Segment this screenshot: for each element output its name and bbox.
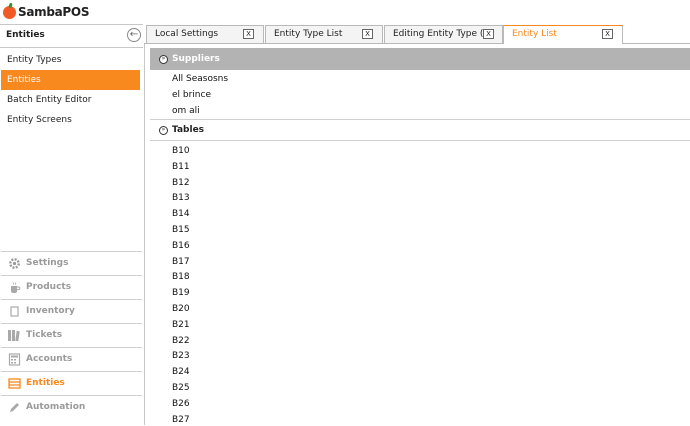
list-item[interactable]: B12	[172, 177, 190, 189]
nav-automation[interactable]: Automation	[1, 395, 142, 418]
list-item[interactable]: B27	[172, 414, 190, 426]
app-logo: SambaPOS	[3, 4, 89, 20]
list-item[interactable]: B26	[172, 398, 190, 410]
list-item[interactable]: B14	[172, 208, 190, 220]
list-item[interactable]: B25	[172, 382, 190, 394]
list-item[interactable]: B11	[172, 161, 190, 173]
nav-accounts[interactable]: Accounts	[1, 347, 142, 370]
sidebar-header: Entities ←	[0, 24, 143, 48]
pencil-icon	[7, 400, 21, 414]
sidebar-item-batch-entity-editor[interactable]: Batch Entity Editor	[1, 90, 140, 110]
nav-products-label: Products	[26, 282, 72, 292]
tab-entity-list[interactable]: Entity List X	[503, 25, 623, 44]
nav-settings[interactable]: Settings	[1, 251, 142, 274]
nav-entities-label: Entities	[26, 378, 65, 388]
tab-entity-type-list[interactable]: Entity Type List X	[265, 25, 383, 43]
group-title: Tables	[172, 125, 205, 135]
table-icon	[7, 376, 21, 390]
entity-list-panel: » Suppliers » Tables All Seasosns el brin…	[150, 48, 690, 425]
list-item[interactable]: B22	[172, 335, 190, 347]
chevron-circle-icon[interactable]: »	[159, 125, 168, 135]
sidebar-item-entity-screens[interactable]: Entity Screens	[1, 110, 140, 130]
nav-inventory[interactable]: Inventory	[1, 299, 142, 322]
nav-inventory-label: Inventory	[26, 306, 75, 316]
list-item[interactable]: B20	[172, 303, 190, 315]
list-item[interactable]: B21	[172, 319, 190, 331]
calculator-icon	[7, 352, 21, 366]
close-icon[interactable]: X	[243, 29, 254, 39]
group-header-tables[interactable]: » Tables	[150, 119, 690, 141]
list-item[interactable]: B10	[172, 145, 190, 157]
nav-products[interactable]: Products	[1, 275, 142, 298]
list-item[interactable]: B19	[172, 287, 190, 299]
books-icon	[7, 328, 21, 342]
list-item[interactable]: B13	[172, 192, 190, 204]
list-item[interactable]: B15	[172, 224, 190, 236]
list-item[interactable]: All Seasosns	[172, 73, 228, 85]
cup-icon	[7, 280, 21, 294]
tab-label: Editing Entity Type (Su	[393, 29, 495, 39]
tab-bar: Local Settings X Entity Type List X Edit…	[144, 24, 690, 44]
tab-label: Entity Type List	[274, 29, 343, 39]
nav-automation-label: Automation	[26, 402, 86, 412]
logo-text: SambaPOS	[18, 5, 90, 19]
tab-local-settings[interactable]: Local Settings X	[146, 25, 264, 43]
nav-accounts-label: Accounts	[26, 354, 73, 364]
close-icon[interactable]: X	[602, 29, 613, 39]
close-icon[interactable]: X	[362, 29, 373, 39]
tab-editing-entity-type[interactable]: Editing Entity Type (Su X	[384, 25, 503, 43]
group-header-suppliers[interactable]: » Suppliers	[150, 48, 690, 70]
tab-label: Entity List	[512, 29, 557, 39]
list-item[interactable]: om ali	[172, 105, 200, 117]
back-arrow-icon[interactable]: ←	[127, 28, 141, 42]
tab-label: Local Settings	[155, 29, 219, 39]
sidebar-item-entities[interactable]: Entities	[1, 70, 140, 90]
nav-tickets[interactable]: Tickets	[1, 323, 142, 346]
list-item[interactable]: B17	[172, 256, 190, 268]
sidebar-title: Entities	[6, 30, 45, 40]
sidebar: Entities ← Entity Types Entities Batch E…	[0, 24, 145, 425]
nav-tickets-label: Tickets	[26, 330, 63, 340]
close-icon[interactable]: X	[483, 29, 494, 39]
gear-icon	[7, 256, 21, 270]
chevron-circle-icon[interactable]: »	[159, 54, 168, 64]
list-item[interactable]: B24	[172, 366, 190, 378]
sidebar-item-entity-types[interactable]: Entity Types	[1, 50, 140, 70]
list-item[interactable]: B16	[172, 240, 190, 252]
nav-entities[interactable]: Entities	[1, 371, 142, 394]
box-icon	[7, 304, 21, 318]
list-item[interactable]: B23	[172, 350, 190, 362]
list-item[interactable]: el brince	[172, 89, 211, 101]
nav-settings-label: Settings	[26, 258, 69, 268]
title-bar: SambaPOS	[0, 0, 690, 24]
list-item[interactable]: B18	[172, 271, 190, 283]
logo-icon	[3, 5, 16, 19]
group-title: Suppliers	[172, 54, 220, 64]
